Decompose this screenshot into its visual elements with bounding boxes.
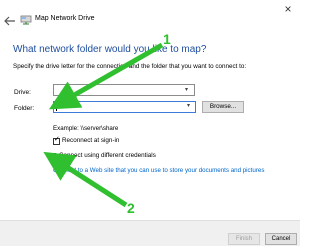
- example-text: Example: \\server\share: [53, 125, 119, 132]
- reconnect-label[interactable]: Reconnect at sign-in: [62, 137, 119, 144]
- window-title: Map Network Drive: [35, 15, 95, 22]
- annotation-marker-2: 2: [127, 200, 135, 216]
- different-credentials-checkbox[interactable]: [49, 153, 56, 160]
- text-caret: [56, 103, 57, 111]
- drive-select[interactable]: [53, 84, 195, 96]
- folder-label: Folder:: [14, 105, 35, 112]
- checkmark-icon: ✓: [54, 136, 60, 143]
- back-arrow-icon[interactable]: [4, 16, 16, 26]
- page-heading: What network folder would you like to ma…: [13, 44, 207, 55]
- reconnect-checkbox[interactable]: ✓: [53, 136, 60, 145]
- browse-button[interactable]: Browse...: [202, 101, 244, 113]
- close-button[interactable]: ×: [280, 2, 296, 16]
- instruction-text: Specify the drive letter for the connect…: [13, 63, 247, 70]
- chevron-down-icon[interactable]: ▾: [185, 86, 188, 93]
- different-credentials-label[interactable]: Connect using different credentials: [59, 152, 156, 159]
- map-network-drive-dialog: × Map Network Drive What network folder …: [0, 0, 300, 246]
- finish-button[interactable]: Finish: [228, 233, 260, 245]
- drive-label: Drive:: [14, 89, 31, 96]
- folder-input[interactable]: [53, 101, 196, 113]
- network-drive-icon: [20, 15, 32, 25]
- cancel-button[interactable]: Cancel: [265, 233, 297, 245]
- website-link[interactable]: Connect to a Web site that you can use t…: [53, 167, 264, 174]
- drive-value: Z:: [65, 86, 71, 93]
- annotation-marker-1: 1: [163, 31, 171, 47]
- annotation-arrows: [43, 42, 164, 208]
- chevron-down-icon[interactable]: ▾: [187, 102, 190, 109]
